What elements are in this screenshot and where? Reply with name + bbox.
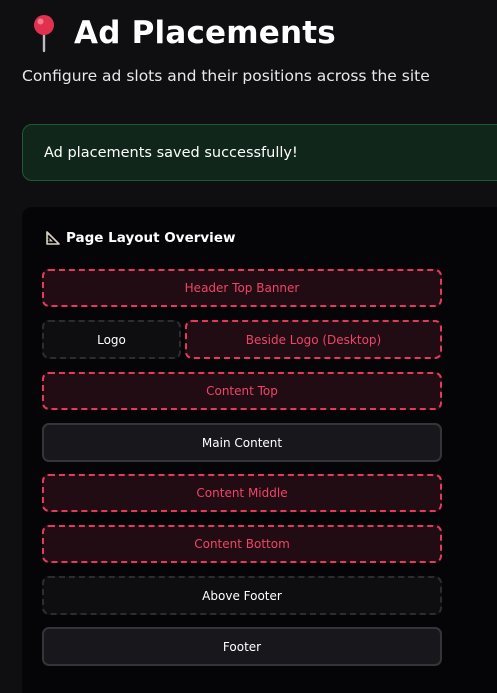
page-subtitle: Configure ad slots and their positions a… — [22, 67, 430, 85]
slot-above-footer[interactable]: Above Footer — [42, 576, 442, 615]
slot-footer-label: Footer — [222, 639, 262, 654]
slot-content-top[interactable]: Content Top — [42, 372, 442, 410]
slot-content-bottom-label: Content Bottom — [194, 537, 290, 551]
slot-header-top-banner-label: Header Top Banner — [184, 281, 300, 295]
success-alert: Ad placements saved successfully! — [22, 124, 497, 181]
card-title: Page Layout Overview — [66, 230, 236, 246]
slot-main-content-label: Main Content — [201, 435, 283, 450]
pushpin-icon — [30, 13, 58, 53]
slot-content-top-label: Content Top — [206, 384, 278, 398]
page-layout-overview-card: Page Layout Overview Header Top Banner L… — [22, 207, 497, 693]
page-title: Ad Placements — [74, 15, 336, 51]
slot-beside-logo-label: Beside Logo (Desktop) — [245, 332, 382, 347]
slot-logo-label: Logo — [97, 332, 126, 347]
slot-main-content: Main Content — [42, 423, 442, 462]
card-header: Page Layout Overview — [45, 228, 235, 248]
slot-footer: Footer — [42, 627, 442, 666]
slot-beside-logo[interactable]: Beside Logo (Desktop) — [185, 320, 442, 359]
slot-content-bottom[interactable]: Content Bottom — [42, 525, 442, 563]
slot-header-top-banner[interactable]: Header Top Banner — [42, 269, 442, 307]
slot-content-middle-label: Content Middle — [196, 486, 288, 500]
page-title-row: Ad Placements — [30, 10, 336, 56]
slot-content-middle[interactable]: Content Middle — [42, 474, 442, 512]
slot-above-footer-label: Above Footer — [202, 588, 282, 603]
triangular-ruler-icon — [45, 230, 60, 246]
slot-logo[interactable]: Logo — [42, 320, 181, 359]
ad-placements-page: Ad Placements Configure ad slots and the… — [0, 0, 497, 693]
success-alert-message: Ad placements saved successfully! — [44, 144, 298, 161]
